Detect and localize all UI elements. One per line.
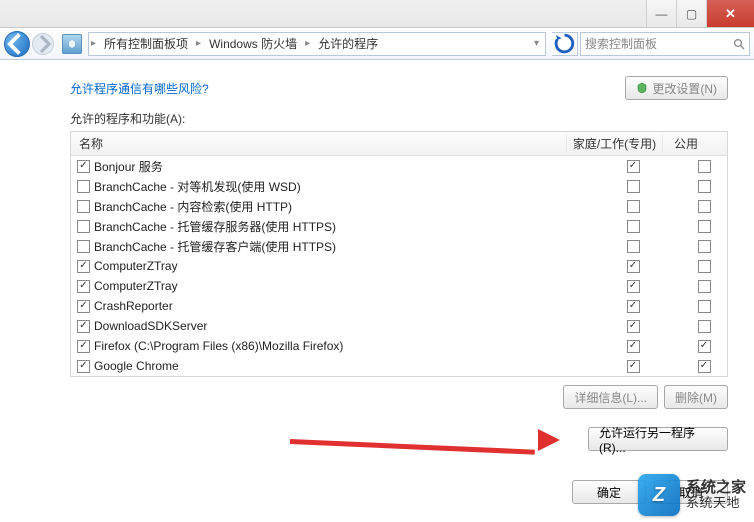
table-row[interactable]: BranchCache - 托管缓存服务器(使用 HTTPS) <box>71 216 727 236</box>
arrow-right-icon <box>33 34 53 54</box>
checkbox[interactable] <box>698 260 711 273</box>
checkbox[interactable]: ✓ <box>77 260 90 273</box>
table-row[interactable]: BranchCache - 内容检索(使用 HTTP) <box>71 196 727 216</box>
chevron-right-icon: ▸ <box>194 38 203 49</box>
search-placeholder: 搜索控制面板 <box>585 35 657 52</box>
col-name[interactable]: 名称 <box>71 135 567 152</box>
nav-forward-button[interactable] <box>32 33 54 55</box>
details-button[interactable]: 详细信息(L)... <box>563 385 658 409</box>
watermark-badge-icon: Z <box>638 474 680 516</box>
ok-button[interactable]: 确定 <box>572 480 646 504</box>
checkbox[interactable] <box>698 220 711 233</box>
search-icon <box>733 38 745 50</box>
program-name: ComputerZTray <box>94 259 178 273</box>
program-name: BranchCache - 托管缓存客户端(使用 HTTPS) <box>94 238 336 255</box>
checkbox[interactable]: ✓ <box>627 340 640 353</box>
checkbox[interactable]: ✓ <box>77 360 90 373</box>
checkbox[interactable]: ✓ <box>698 340 711 353</box>
checkbox[interactable] <box>627 200 640 213</box>
breadcrumb-item-3[interactable]: 允许的程序 <box>312 35 384 52</box>
section-label: 允许的程序和功能(A): <box>70 110 728 127</box>
minimize-button[interactable]: — <box>646 0 676 27</box>
nav-back-button[interactable] <box>4 31 30 57</box>
col-public[interactable]: 公用 <box>663 135 709 152</box>
checkbox[interactable]: ✓ <box>627 160 640 173</box>
checkbox[interactable]: ✓ <box>77 300 90 313</box>
checkbox[interactable]: ✓ <box>627 260 640 273</box>
change-settings-button[interactable]: 更改设置(N) <box>625 76 728 100</box>
checkbox[interactable] <box>627 240 640 253</box>
checkbox[interactable]: ✓ <box>627 360 640 373</box>
program-name: DownloadSDKServer <box>94 319 207 333</box>
allow-another-program-button[interactable]: 允许运行另一程序(R)... <box>588 427 728 451</box>
checkbox[interactable] <box>77 180 90 193</box>
program-name: Google Chrome <box>94 359 179 373</box>
checkbox[interactable] <box>698 240 711 253</box>
arrow-left-icon <box>5 32 29 56</box>
checkbox[interactable]: ✓ <box>627 280 640 293</box>
program-name: CrashReporter <box>94 299 173 313</box>
table-row[interactable]: ✓ Bonjour 服务 ✓ <box>71 156 727 176</box>
titlebar: — ▢ ✕ <box>0 0 754 28</box>
annotation-arrow <box>290 425 560 449</box>
col-home[interactable]: 家庭/工作(专用) <box>567 135 663 152</box>
table-row[interactable]: BranchCache - 对等机发现(使用 WSD) <box>71 176 727 196</box>
checkbox[interactable]: ✓ <box>77 340 90 353</box>
checkbox[interactable]: ✓ <box>698 360 711 373</box>
maximize-button[interactable]: ▢ <box>676 0 706 27</box>
content-area: 允许程序通信有哪些风险? 更改设置(N) 允许的程序和功能(A): 名称 家庭/… <box>0 60 754 451</box>
table-row[interactable]: BranchCache - 托管缓存客户端(使用 HTTPS) <box>71 236 727 256</box>
refresh-icon <box>552 31 577 56</box>
refresh-button[interactable] <box>552 32 578 56</box>
risk-info-link[interactable]: 允许程序通信有哪些风险? <box>70 80 209 97</box>
checkbox[interactable] <box>77 220 90 233</box>
breadcrumb[interactable]: ▸ 所有控制面板项 ▸ Windows 防火墙 ▸ 允许的程序 ▾ <box>88 32 546 56</box>
search-input[interactable]: 搜索控制面板 <box>580 32 750 56</box>
chevron-right-icon: ▸ <box>303 38 312 49</box>
checkbox[interactable] <box>698 300 711 313</box>
control-panel-icon <box>62 34 82 54</box>
program-name: Bonjour 服务 <box>94 158 163 175</box>
checkbox[interactable] <box>698 280 711 293</box>
program-name: BranchCache - 对等机发现(使用 WSD) <box>94 178 301 195</box>
chevron-down-icon[interactable]: ▾ <box>532 38 545 49</box>
checkbox[interactable] <box>627 220 640 233</box>
program-name: BranchCache - 内容检索(使用 HTTP) <box>94 198 292 215</box>
checkbox[interactable]: ✓ <box>77 320 90 333</box>
navbar: ▸ 所有控制面板项 ▸ Windows 防火墙 ▸ 允许的程序 ▾ 搜索控制面板 <box>0 28 754 60</box>
watermark-text-cn: 系统之家 <box>686 480 746 497</box>
program-name: ComputerZTray <box>94 279 178 293</box>
close-button[interactable]: ✕ <box>706 0 754 27</box>
watermark: Z 系统之家 系统天地 <box>638 474 746 516</box>
checkbox[interactable] <box>698 180 711 193</box>
table-row[interactable]: ✓ ComputerZTray ✓ <box>71 276 727 296</box>
checkbox[interactable] <box>698 200 711 213</box>
programs-table: 名称 家庭/工作(专用) 公用 ✓ Bonjour 服务 ✓ BranchCache … <box>70 131 728 377</box>
delete-button[interactable]: 删除(M) <box>664 385 728 409</box>
table-body[interactable]: ✓ Bonjour 服务 ✓ BranchCache - 对等机发现(使用 WSD) B… <box>71 156 727 376</box>
table-header: 名称 家庭/工作(专用) 公用 <box>71 132 727 156</box>
breadcrumb-item-2[interactable]: Windows 防火墙 <box>203 35 303 52</box>
shield-icon <box>636 82 648 94</box>
table-row[interactable]: ✓ ComputerZTray ✓ <box>71 256 727 276</box>
table-row[interactable]: ✓ Firefox (C:\Program Files (x86)\Mozilla… <box>71 336 727 356</box>
checkbox[interactable]: ✓ <box>77 280 90 293</box>
checkbox[interactable] <box>627 180 640 193</box>
table-row[interactable]: ✓ CrashReporter ✓ <box>71 296 727 316</box>
checkbox[interactable] <box>77 240 90 253</box>
checkbox[interactable] <box>698 320 711 333</box>
checkbox[interactable]: ✓ <box>627 320 640 333</box>
checkbox[interactable] <box>77 200 90 213</box>
program-name: BranchCache - 托管缓存服务器(使用 HTTPS) <box>94 218 336 235</box>
breadcrumb-item-1[interactable]: 所有控制面板项 <box>98 35 194 52</box>
table-row[interactable]: ✓ DownloadSDKServer ✓ <box>71 316 727 336</box>
table-row[interactable]: ✓ Google Chrome ✓ ✓ <box>71 356 727 376</box>
checkbox[interactable]: ✓ <box>627 300 640 313</box>
chevron-right-icon: ▸ <box>89 38 98 49</box>
checkbox[interactable] <box>698 160 711 173</box>
program-name: Firefox (C:\Program Files (x86)\Mozilla … <box>94 339 343 353</box>
checkbox[interactable]: ✓ <box>77 160 90 173</box>
watermark-text-en: 系统天地 <box>686 496 746 510</box>
